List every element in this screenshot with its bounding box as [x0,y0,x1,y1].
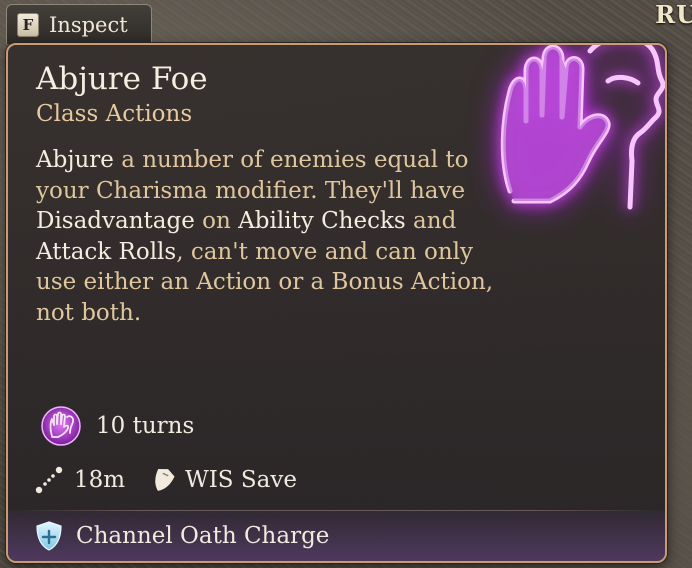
ability-category: Class Actions [36,101,193,127]
resource-text: Channel Oath Charge [76,523,330,549]
inspect-tab[interactable]: F Inspect [6,4,152,44]
background-corner-text: RU [655,0,692,29]
range-text: 18m [74,467,126,493]
description-text: and [405,208,457,234]
keyword-ability-checks[interactable]: Ability Checks [238,208,406,234]
inspect-label: Inspect [49,12,128,37]
range-group: 18m [34,465,125,495]
ability-description: Abjure a number of enemies equal to your… [36,145,506,328]
abjure-palm-icon [41,406,81,446]
duration-text: 10 turns [96,413,195,439]
ability-tooltip: Abjure Foe Class Actions Abjure a number… [6,43,667,563]
save-group: WIS Save [151,466,297,494]
ability-title: Abjure Foe [36,61,208,97]
keyword-disadvantage[interactable]: Disadvantage [36,208,195,234]
range-ruler-icon [35,466,63,494]
keyword-attack-rolls[interactable]: Attack Rolls [36,239,176,265]
keybind-f-icon: F [17,12,39,37]
keyword-abjure[interactable]: Abjure [36,147,114,173]
duration-row: 10 turns [40,405,194,447]
channel-oath-shield-icon [36,521,62,551]
shield-save-icon [155,468,175,491]
abjure-hand-art-icon [500,45,665,210]
description-text: on [194,208,239,234]
resource-footer: Channel Oath Charge [8,511,665,561]
range-save-row: 18m WIS Save [34,465,297,495]
save-text: WIS Save [185,467,297,493]
